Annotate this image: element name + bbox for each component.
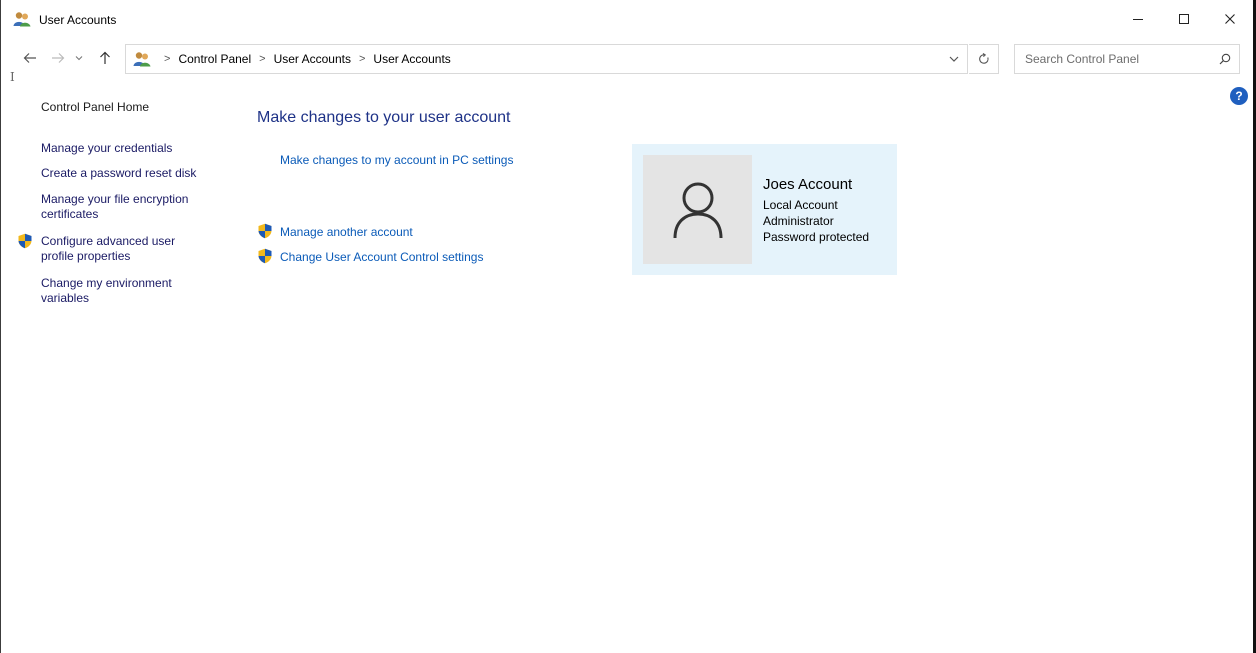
breadcrumb-separator-icon[interactable]: > [164, 53, 170, 65]
sidebar-item-password-reset-disk[interactable]: Create a password reset disk [41, 166, 221, 181]
sidebar-item-environment-variables[interactable]: Change my environment variables [41, 276, 201, 306]
account-role: Administrator [763, 214, 834, 228]
breadcrumb-user-accounts-current[interactable]: User Accounts [373, 52, 450, 66]
user-accounts-window: User Accounts > Control Panel > User Acc… [0, 0, 1256, 653]
breadcrumb-separator-icon[interactable]: > [359, 53, 365, 65]
search-icon [1219, 53, 1231, 65]
close-button[interactable] [1207, 0, 1253, 38]
maximize-button[interactable] [1161, 0, 1207, 38]
breadcrumb-user-accounts[interactable]: User Accounts [274, 52, 351, 66]
minimize-button[interactable] [1115, 0, 1161, 38]
arrow-left-icon [23, 53, 36, 63]
account-protection-status: Password protected [763, 230, 870, 244]
breadcrumb-separator-icon[interactable]: > [259, 53, 265, 65]
sidebar-item-advanced-profile[interactable]: Configure advanced user profile properti… [41, 234, 206, 264]
page-title: Make changes to your user account [257, 109, 511, 126]
control-panel-home-link[interactable]: Control Panel Home [41, 100, 221, 115]
search-box[interactable] [1014, 44, 1240, 74]
uac-shield-icon [18, 233, 32, 249]
account-name: Joes Account [763, 176, 853, 193]
uac-shield-icon [258, 248, 272, 264]
search-input[interactable] [1015, 45, 1211, 73]
help-icon: ? [1235, 89, 1243, 103]
chevron-down-icon [75, 56, 83, 61]
pc-settings-link[interactable]: Make changes to my account in PC setting… [280, 153, 513, 167]
manage-another-account-link[interactable]: Manage another account [280, 225, 413, 239]
chevron-down-icon [949, 56, 959, 62]
arrow-up-icon [100, 51, 110, 64]
breadcrumb: > Control Panel > User Accounts > User A… [156, 45, 451, 73]
address-bar[interactable]: > Control Panel > User Accounts > User A… [125, 44, 968, 74]
refresh-button[interactable] [969, 44, 999, 74]
title-bar[interactable]: User Accounts [1, 0, 1253, 38]
arrow-right-icon [52, 53, 65, 63]
uac-shield-icon [258, 223, 272, 239]
avatar [643, 155, 752, 264]
close-icon [1225, 14, 1235, 24]
account-type: Local Account [763, 198, 838, 212]
maximize-icon [1179, 14, 1189, 24]
sidebar-item-manage-credentials[interactable]: Manage your credentials [41, 141, 221, 156]
user-accounts-app-icon [13, 12, 31, 27]
address-dropdown-button[interactable] [941, 45, 967, 73]
recent-locations-button[interactable] [71, 46, 87, 70]
refresh-icon [978, 53, 989, 64]
search-button[interactable] [1211, 45, 1239, 73]
sidebar-item-file-encryption[interactable]: Manage your file encryption certificates [41, 192, 216, 222]
navigation-bar: > Control Panel > User Accounts > User A… [1, 42, 1253, 76]
uac-settings-link[interactable]: Change User Account Control settings [280, 250, 483, 264]
text-cursor-icon: I [10, 70, 15, 84]
user-icon [673, 182, 722, 238]
help-button[interactable]: ? [1230, 87, 1248, 105]
breadcrumb-control-panel[interactable]: Control Panel [178, 52, 251, 66]
minimize-icon [1133, 19, 1143, 20]
forward-button[interactable] [47, 46, 69, 70]
user-accounts-location-icon [133, 52, 151, 67]
window-title: User Accounts [39, 13, 117, 27]
account-card: Joes Account Local Account Administrator… [632, 144, 897, 275]
back-button[interactable] [17, 46, 43, 70]
up-button[interactable] [93, 46, 117, 70]
